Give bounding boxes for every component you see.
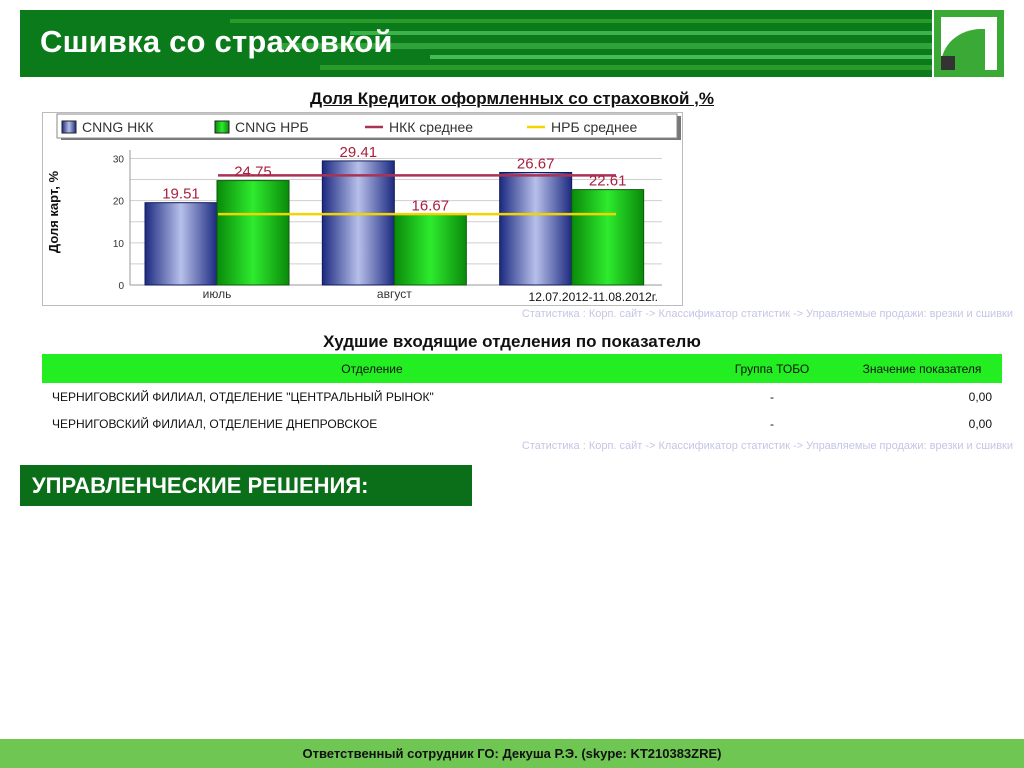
header-stripe xyxy=(350,31,932,35)
table-source-link[interactable]: Статистика : Корп. сайт -> Классификатор… xyxy=(522,440,1013,452)
cell-group: - xyxy=(770,389,774,404)
cell-branch: ЧЕРНИГОВСКИЙ ФИЛИАЛ, ОТДЕЛЕНИЕ ДНЕПРОВСК… xyxy=(52,416,378,431)
bank-logo-icon xyxy=(934,10,1004,77)
chart-title: Доля Кредиток оформленных со страховкой … xyxy=(309,89,715,108)
y-tick-label: 20 xyxy=(113,197,125,208)
table-row: ЧЕРНИГОВСКИЙ ФИЛИАЛ, ОТДЕЛЕНИЕ ДНЕПРОВСК… xyxy=(42,410,1002,437)
bar-nkk xyxy=(499,171,573,286)
cell-branch: ЧЕРНИГОВСКИЙ ФИЛИАЛ, ОТДЕЛЕНИЕ "ЦЕНТРАЛЬ… xyxy=(52,389,434,404)
y-tick-label: 30 xyxy=(113,154,125,165)
legend-label-nrb-avg: НРБ среднее xyxy=(551,119,637,135)
column-header-branch[interactable]: Отделение xyxy=(42,354,702,383)
y-axis-label: Доля карт, % xyxy=(46,170,61,253)
decisions-heading: УПРАВЛЕНЧЕСКИЕ РЕШЕНИЯ: xyxy=(20,465,472,506)
y-tick-label: 10 xyxy=(113,239,125,250)
data-label: 29.41 xyxy=(340,144,378,161)
data-label: 19.51 xyxy=(162,186,200,203)
legend-label-nkk-avg: НКК среднее xyxy=(389,119,473,135)
table-title: Худшие входящие отделения по показателю xyxy=(323,332,701,351)
header-banner: Сшивка со страховкой xyxy=(20,10,932,77)
data-label: 16.67 xyxy=(412,198,450,215)
bar-nrb xyxy=(571,189,645,286)
column-header-group[interactable]: Группа ТОБО xyxy=(702,354,842,383)
chart-period: 12.07.2012-11.08.2012г. xyxy=(529,290,658,304)
bar-chart: CNNG НКК CNNG НРБ НКК среднее НРБ средне… xyxy=(42,112,683,306)
worst-branches-table: Отделение Группа ТОБО Значение показател… xyxy=(42,354,1002,437)
data-label: 24.75 xyxy=(234,164,272,181)
x-tick-label: август xyxy=(377,287,412,301)
legend-swatch-nkk xyxy=(61,120,77,134)
data-label: 22.61 xyxy=(589,173,627,190)
data-label: 26.67 xyxy=(517,155,555,172)
x-tick-label: июль xyxy=(203,287,232,301)
header-stripe xyxy=(320,65,932,70)
bar-nrb xyxy=(216,180,290,286)
bar-nkk xyxy=(144,202,218,286)
cell-value: 0,00 xyxy=(968,389,992,404)
header-stripe xyxy=(230,19,932,23)
cell-group: - xyxy=(770,416,774,431)
footer-responsible: Ответственный сотрудник ГО: Декуша Р.Э. … xyxy=(0,739,1024,768)
header-stripe xyxy=(430,55,932,59)
bar-nkk xyxy=(321,160,395,286)
page-title: Сшивка со страховкой xyxy=(40,24,393,59)
y-tick-label: 0 xyxy=(118,281,124,292)
column-header-value[interactable]: Значение показателя xyxy=(842,354,1002,383)
chart-source-link[interactable]: Статистика : Корп. сайт -> Классификатор… xyxy=(522,308,1013,320)
legend-label-nrb: CNNG НРБ xyxy=(235,119,309,135)
cell-value: 0,00 xyxy=(968,416,992,431)
table-header-row: Отделение Группа ТОБО Значение показател… xyxy=(42,354,1002,383)
legend-label-nkk: CNNG НКК xyxy=(82,119,154,135)
table-row: ЧЕРНИГОВСКИЙ ФИЛИАЛ, ОТДЕЛЕНИЕ "ЦЕНТРАЛЬ… xyxy=(42,383,1002,410)
bar-nrb xyxy=(393,214,467,286)
legend-swatch-nrb xyxy=(214,120,230,134)
